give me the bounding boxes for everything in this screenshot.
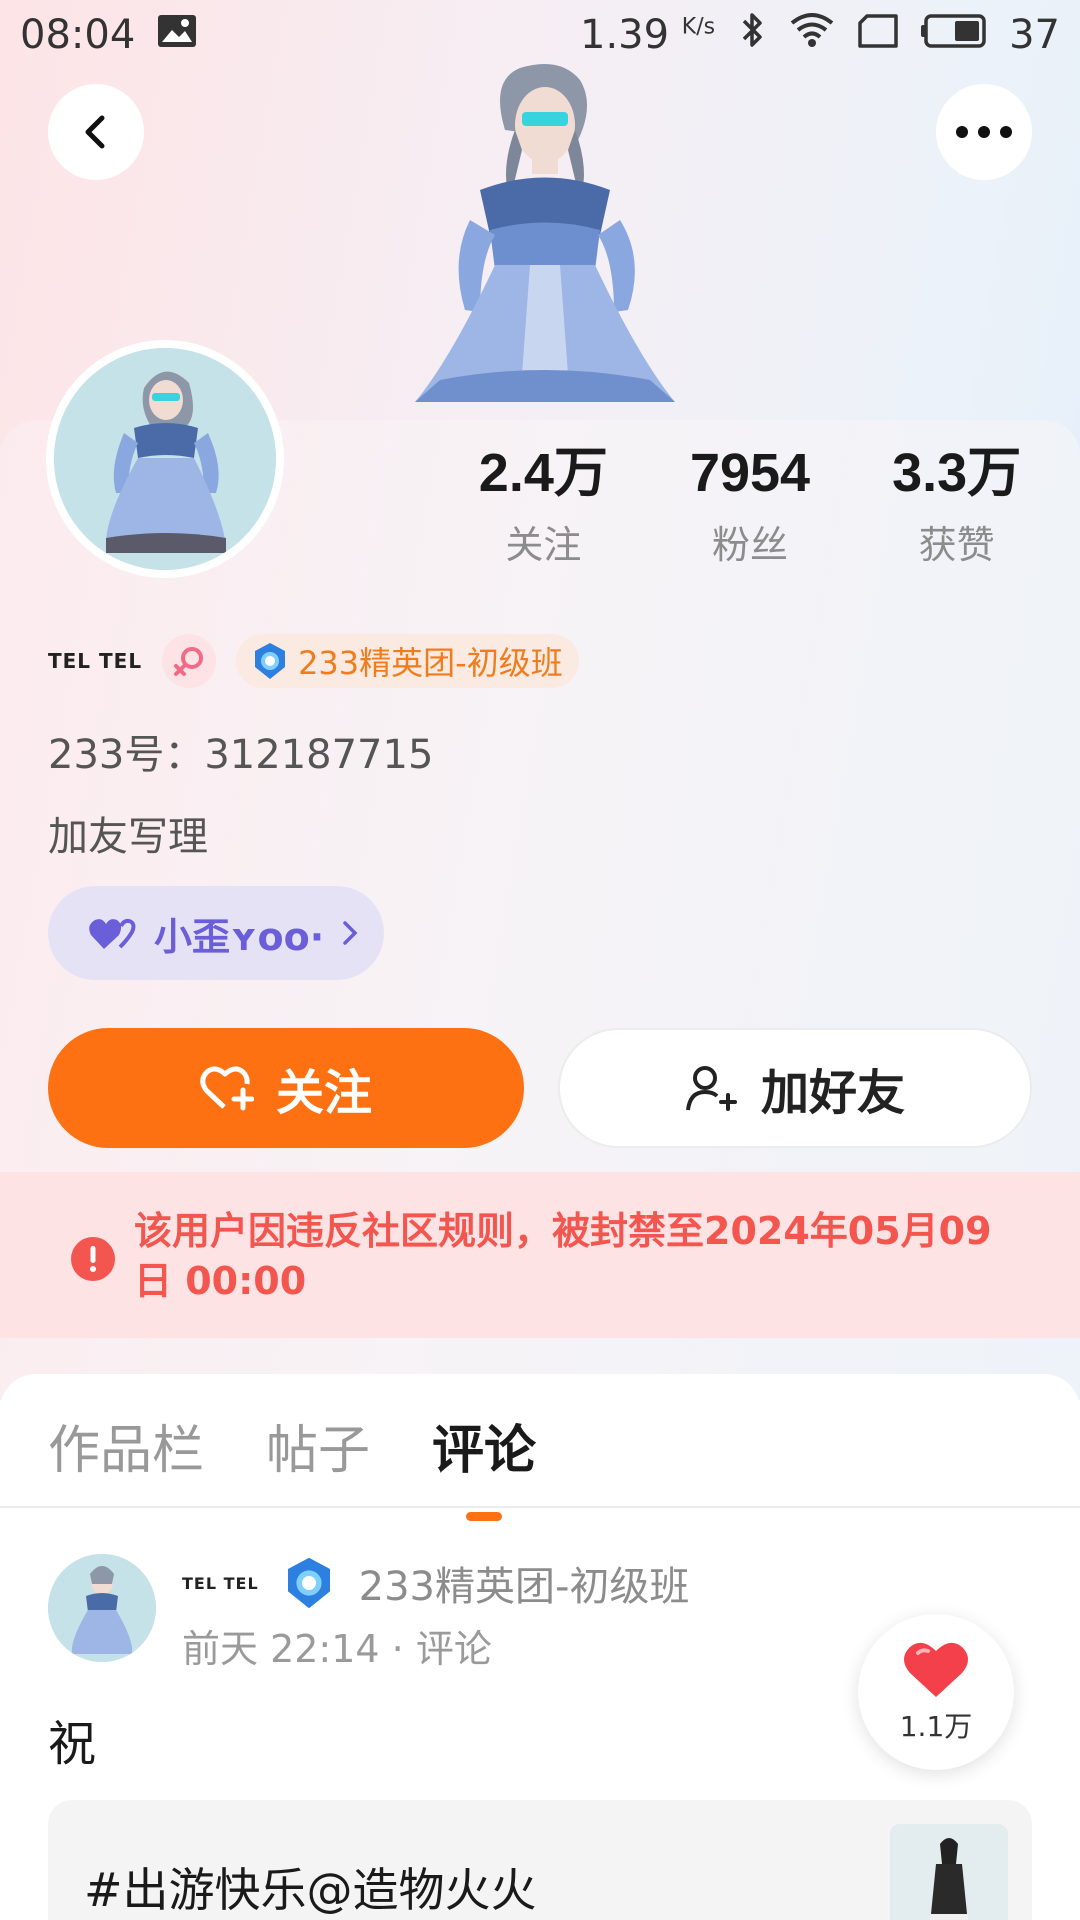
team-badge[interactable]: 233精英团-初级班 <box>236 634 579 688</box>
profile-stats: 2.4万 关注 7954 粉丝 3.3万 获赞 <box>440 440 1060 569</box>
sim-card-icon <box>857 12 899 58</box>
tab-comments[interactable]: 评论 <box>432 1408 537 1521</box>
add-friend-button[interactable]: 加好友 <box>558 1028 1032 1148</box>
more-options-button[interactable] <box>936 84 1032 180</box>
battery-icon <box>921 12 987 58</box>
stat-label: 获赞 <box>918 523 995 567</box>
tab-comments-label: 评论 <box>432 1421 537 1481</box>
team-shield-icon <box>287 1557 330 1609</box>
ban-notice: 该用户因违反社区规则，被封禁至2024年05月09日 00:00 <box>0 1172 1080 1338</box>
quoted-post-text: #出游快乐@造物火火 <box>84 1863 537 1917</box>
heart-icon <box>904 1642 968 1697</box>
quoted-post-thumbnail <box>890 1824 1008 1920</box>
follow-label: 关注 <box>275 1065 372 1121</box>
chevron-left-icon <box>85 115 105 149</box>
post-author-row: TEL TEL 233精英团-初级班 <box>182 1554 689 1612</box>
tab-works[interactable]: 作品栏 <box>48 1408 204 1483</box>
stat-value: 3.3万 <box>892 443 1022 503</box>
tabs-divider <box>0 1506 1080 1508</box>
stat-likes[interactable]: 3.3万 获赞 <box>853 440 1060 569</box>
warning-icon <box>71 1237 115 1281</box>
stat-value: 7954 <box>689 443 811 503</box>
stat-following[interactable]: 2.4万 关注 <box>440 440 647 569</box>
content-panel: 作品栏 帖子 评论 TEL TEL 233精英团-初级班 前天 22:14 · … <box>0 1374 1080 1920</box>
heart-plus-icon <box>200 1066 254 1111</box>
character-figure-image <box>415 64 675 402</box>
tab-posts[interactable]: 帖子 <box>266 1408 370 1483</box>
post-author-name[interactable]: TEL TEL <box>182 1574 259 1593</box>
post-author-team: 233精英团-初级班 <box>358 1564 690 1610</box>
team-name: 233精英团-初级班 <box>298 644 563 682</box>
cp-name: 小歪ʏᴏᴏ· <box>154 914 325 959</box>
quoted-post-card[interactable]: #出游快乐@造物火火 <box>48 1800 1032 1920</box>
profile-tabs: 作品栏 帖子 评论 <box>48 1408 537 1521</box>
nickname: TEL TEL <box>48 649 143 673</box>
stat-value: 2.4万 <box>478 443 608 503</box>
bluetooth-icon <box>737 10 767 60</box>
user-bio: 加友写理 <box>48 814 208 860</box>
net-speed: 1.39 K/s <box>580 12 716 58</box>
post-body: 祝 <box>48 1716 97 1772</box>
double-heart-icon <box>89 918 136 949</box>
stat-label: 粉丝 <box>712 523 789 567</box>
like-count: 1.1万 <box>899 1710 973 1743</box>
post-meta: 前天 22:14 · 评论 <box>182 1627 492 1671</box>
team-shield-icon <box>255 643 286 679</box>
back-button[interactable] <box>48 84 144 180</box>
active-tab-indicator <box>466 1512 503 1521</box>
post-author-avatar[interactable] <box>48 1554 156 1662</box>
add-friend-label: 加好友 <box>760 1065 905 1121</box>
female-gender-icon <box>162 634 217 688</box>
user-id: 233号：312187715 <box>48 732 434 778</box>
like-button[interactable]: 1.1万 <box>858 1614 1014 1770</box>
chevron-right-icon <box>343 921 358 945</box>
name-row: TEL TEL 233精英团-初级班 <box>48 634 579 688</box>
gallery-notification-icon <box>157 12 197 58</box>
follow-button[interactable]: 关注 <box>48 1028 524 1148</box>
status-time: 08:04 <box>20 12 136 58</box>
battery-level: 37 <box>1009 12 1060 58</box>
avatar[interactable] <box>46 340 284 578</box>
stat-fans[interactable]: 7954 粉丝 <box>647 440 854 569</box>
wifi-icon <box>789 11 835 59</box>
ban-notice-text: 该用户因违反社区规则，被封禁至2024年05月09日 00:00 <box>134 1209 992 1303</box>
cp-relation-pill[interactable]: 小歪ʏᴏᴏ· <box>48 886 384 980</box>
stat-label: 关注 <box>505 523 582 567</box>
add-user-icon <box>685 1066 737 1111</box>
more-dots-icon <box>956 126 1012 138</box>
